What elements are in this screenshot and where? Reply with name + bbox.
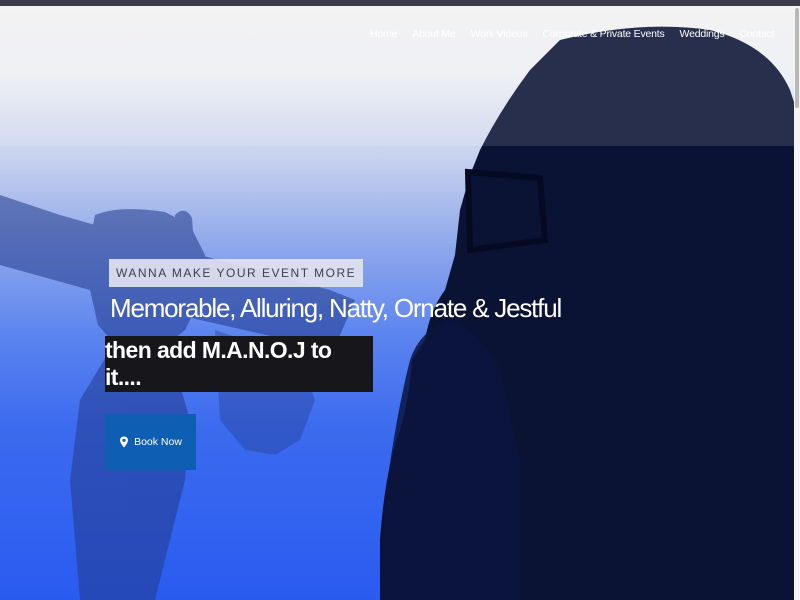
page-scrollbar[interactable] (794, 6, 800, 600)
microphone-silhouette (0, 195, 355, 600)
hero-tagline: WANNA MAKE YOUR EVENT MORE (109, 259, 364, 287)
scrollbar-thumb[interactable] (795, 8, 799, 108)
hero-subline: then add M.A.N.O.J to it.... (105, 336, 373, 392)
hero-headline: Memorable, Alluring, Natty, Ornate & Jes… (110, 293, 562, 323)
nav-home[interactable]: Home (370, 28, 397, 40)
nav-weddings[interactable]: Weddings (680, 28, 725, 40)
main-nav: Home About Me Work Videos Corporate & Pr… (370, 28, 789, 40)
map-pin-icon (120, 436, 129, 448)
nav-corporate-private-events[interactable]: Corporate & Private Events (543, 28, 665, 40)
nav-contact[interactable]: Contact (739, 28, 774, 40)
nav-work-videos[interactable]: Work Videos (471, 28, 528, 40)
book-now-button[interactable]: Book Now (105, 414, 196, 470)
nav-about-me[interactable]: About Me (412, 28, 456, 40)
book-now-label: Book Now (134, 436, 182, 448)
